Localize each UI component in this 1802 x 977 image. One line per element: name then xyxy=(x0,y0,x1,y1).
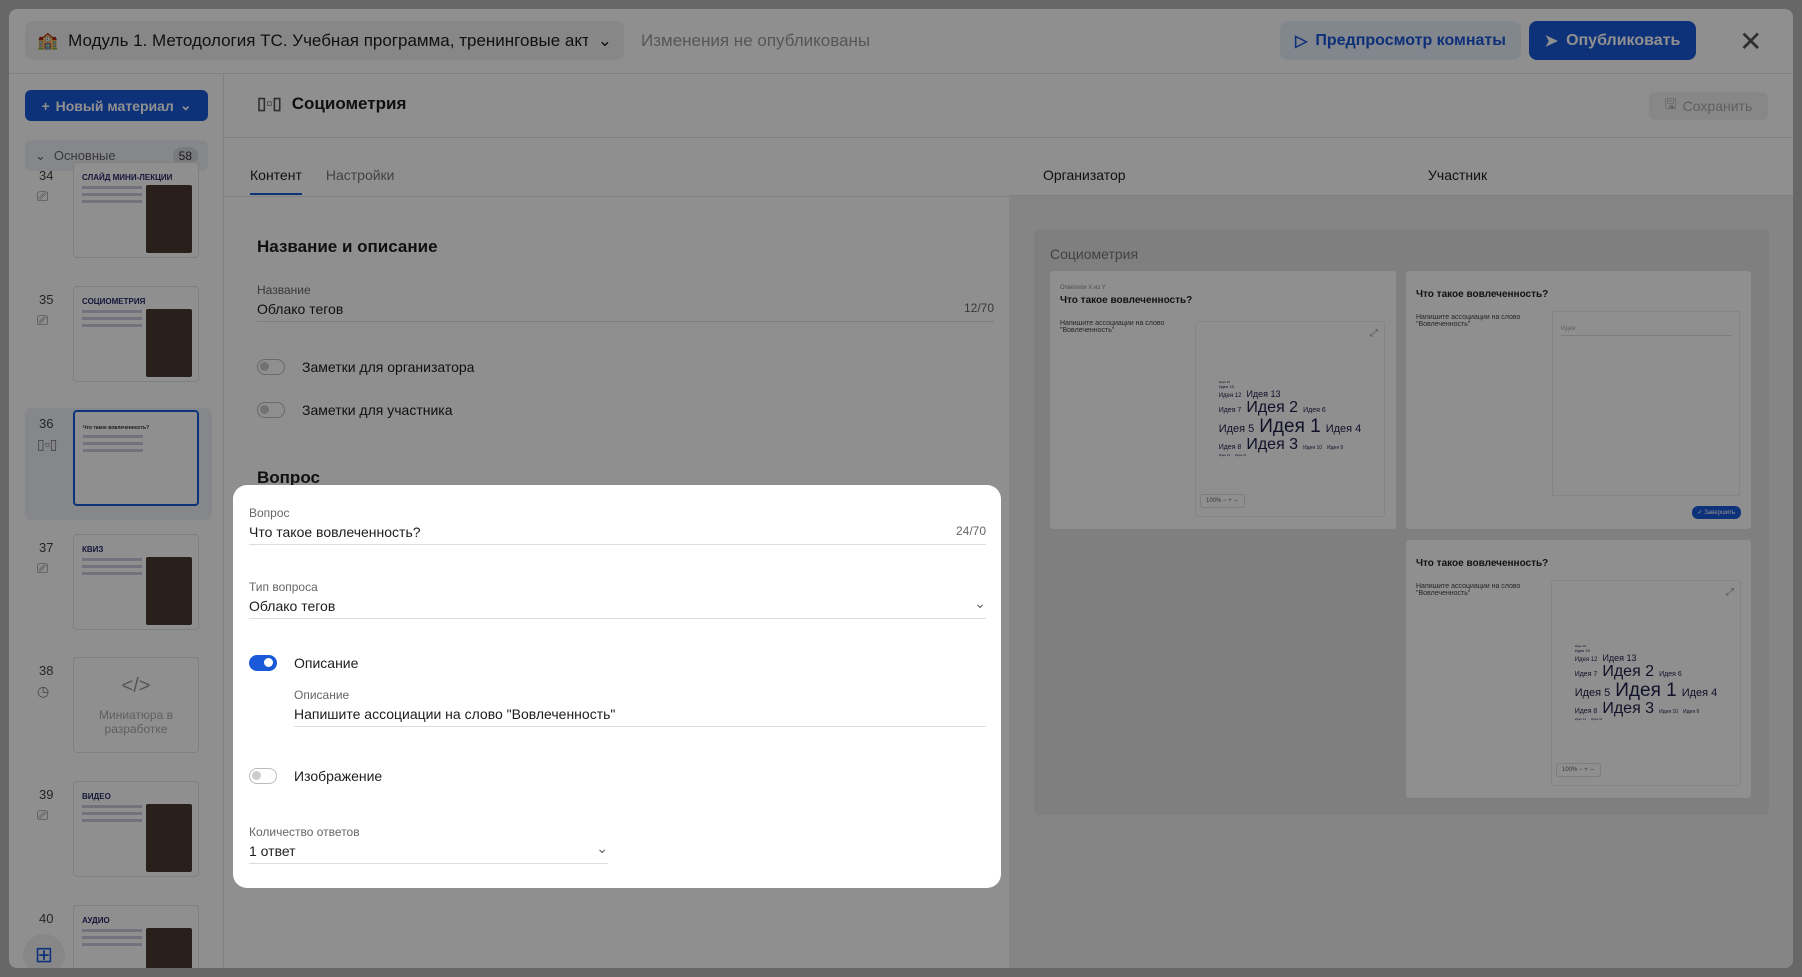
type-label: Тип вопроса xyxy=(249,580,318,594)
question-type-select[interactable]: Тип вопроса Облако тегов ⌄ xyxy=(249,580,986,619)
question-count: 24/70 xyxy=(955,524,986,538)
question-label: Вопрос xyxy=(249,506,290,520)
description-value: Напишите ассоциации на слово "Вовлеченно… xyxy=(294,706,616,722)
question-field[interactable]: Вопрос Что такое вовлеченность? 24/70 xyxy=(249,506,986,545)
answers-label: Количество ответов xyxy=(249,825,360,839)
type-value: Облако тегов xyxy=(249,598,336,614)
question-card-highlight: Вопрос Что такое вовлеченность? 24/70 Ти… xyxy=(233,485,1001,888)
description-toggle-label: Описание xyxy=(294,655,359,671)
image-toggle-label: Изображение xyxy=(294,768,383,784)
answers-count-select[interactable]: Количество ответов 1 ответ ⌄ xyxy=(249,825,608,864)
chevron-down-icon: ⌄ xyxy=(596,840,608,856)
description-label: Описание xyxy=(294,688,350,702)
description-toggle[interactable] xyxy=(249,655,277,671)
image-toggle[interactable] xyxy=(249,768,277,784)
question-value: Что такое вовлеченность? xyxy=(249,524,421,540)
chevron-down-icon: ⌄ xyxy=(974,595,986,611)
description-field[interactable]: Описание Напишите ассоциации на слово "В… xyxy=(294,688,986,727)
answers-value: 1 ответ xyxy=(249,843,296,859)
